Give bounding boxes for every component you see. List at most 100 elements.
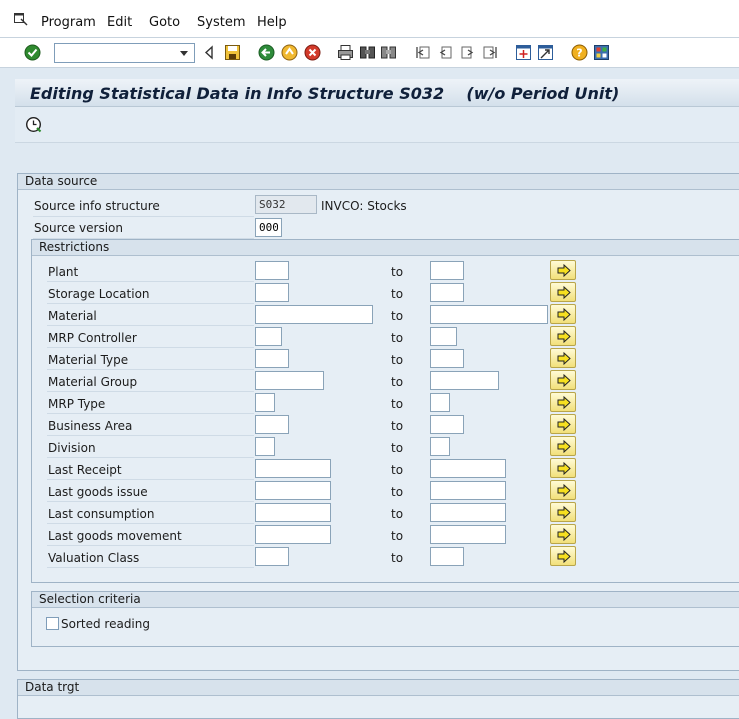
- arrow-right-icon: [557, 550, 571, 563]
- restriction-to-business-area[interactable]: [430, 415, 464, 434]
- previous-page-icon[interactable]: [437, 44, 454, 61]
- svg-text:?: ?: [576, 47, 582, 60]
- sorted-reading-checkbox[interactable]: [46, 617, 59, 630]
- to-label: to: [391, 507, 404, 521]
- multiple-selection-button-last-consumption[interactable]: [550, 502, 576, 522]
- restriction-to-material-type[interactable]: [430, 349, 464, 368]
- label-underline: [47, 303, 254, 304]
- multiple-selection-button-material[interactable]: [550, 304, 576, 324]
- new-session-icon[interactable]: [515, 44, 532, 61]
- restriction-to-material[interactable]: [430, 305, 548, 324]
- help-icon[interactable]: ?: [571, 44, 588, 61]
- restriction-to-plant[interactable]: [430, 261, 464, 280]
- chevron-down-icon[interactable]: [176, 45, 192, 61]
- cancel-icon[interactable]: [304, 44, 321, 61]
- system-menu-icon[interactable]: [14, 13, 28, 26]
- restriction-to-last-consumption[interactable]: [430, 503, 506, 522]
- restriction-to-last-goods-issue[interactable]: [430, 481, 506, 500]
- label-underline: [47, 457, 254, 458]
- find-next-icon[interactable]: [380, 44, 397, 61]
- restriction-from-material[interactable]: [255, 305, 373, 324]
- multiple-selection-button-storage-location[interactable]: [550, 282, 576, 302]
- last-page-icon[interactable]: [481, 44, 498, 61]
- arrow-right-icon: [557, 264, 571, 277]
- multiple-selection-button-last-goods-movement[interactable]: [550, 524, 576, 544]
- restriction-to-last-goods-movement[interactable]: [430, 525, 506, 544]
- customize-layout-icon[interactable]: [593, 44, 610, 61]
- multiple-selection-button-valuation-class[interactable]: [550, 546, 576, 566]
- multiple-selection-button-material-type[interactable]: [550, 348, 576, 368]
- command-input[interactable]: [55, 44, 175, 62]
- execute-clock-icon[interactable]: [25, 116, 42, 133]
- label-underline: [47, 523, 254, 524]
- restriction-to-storage-location[interactable]: [430, 283, 464, 302]
- back-triangle-icon[interactable]: [203, 44, 215, 61]
- exit-icon[interactable]: [281, 44, 298, 61]
- restriction-from-last-consumption[interactable]: [255, 503, 331, 522]
- restriction-from-storage-location[interactable]: [255, 283, 289, 302]
- find-icon[interactable]: [359, 44, 376, 61]
- menu-goto[interactable]: Goto: [149, 15, 180, 30]
- to-label: to: [391, 331, 404, 345]
- label-underline: [47, 281, 254, 282]
- multiple-selection-button-mrp-type[interactable]: [550, 392, 576, 412]
- label-underline: [47, 545, 254, 546]
- restriction-label-plant: Plant: [48, 265, 79, 279]
- multiple-selection-button-material-group[interactable]: [550, 370, 576, 390]
- restriction-from-material-group[interactable]: [255, 371, 324, 390]
- restriction-from-division[interactable]: [255, 437, 275, 456]
- menu-system[interactable]: System: [197, 15, 245, 30]
- restriction-from-last-goods-movement[interactable]: [255, 525, 331, 544]
- restriction-from-mrp-controller[interactable]: [255, 327, 282, 346]
- restriction-from-business-area[interactable]: [255, 415, 289, 434]
- restriction-label-material-type: Material Type: [48, 353, 129, 367]
- restriction-to-material-group[interactable]: [430, 371, 499, 390]
- to-label: to: [391, 309, 404, 323]
- multiple-selection-button-last-goods-issue[interactable]: [550, 480, 576, 500]
- data-target-title: Data trgt: [18, 680, 739, 696]
- restriction-to-division[interactable]: [430, 437, 450, 456]
- screen-title-bar: Editing Statistical Data in Info Structu…: [15, 79, 739, 107]
- menu-help[interactable]: Help: [257, 15, 287, 30]
- restriction-from-last-goods-issue[interactable]: [255, 481, 331, 500]
- restrictions-title: Restrictions: [32, 240, 739, 256]
- arrow-right-icon: [557, 484, 571, 497]
- multiple-selection-button-plant[interactable]: [550, 260, 576, 280]
- data-target-frame: Data trgt: [17, 679, 739, 719]
- restriction-from-plant[interactable]: [255, 261, 289, 280]
- multiple-selection-button-division[interactable]: [550, 436, 576, 456]
- arrow-right-icon: [557, 440, 571, 453]
- menu-program[interactable]: Program: [41, 15, 96, 30]
- restriction-to-last-receipt[interactable]: [430, 459, 506, 478]
- create-shortcut-icon[interactable]: [537, 44, 554, 61]
- multiple-selection-button-business-area[interactable]: [550, 414, 576, 434]
- arrow-right-icon: [557, 352, 571, 365]
- restriction-from-last-receipt[interactable]: [255, 459, 331, 478]
- restriction-from-mrp-type[interactable]: [255, 393, 275, 412]
- next-page-icon[interactable]: [459, 44, 476, 61]
- enter-checkmark-icon[interactable]: [24, 44, 41, 61]
- multiple-selection-button-last-receipt[interactable]: [550, 458, 576, 478]
- arrow-right-icon: [557, 308, 571, 321]
- source-info-structure-label: Source info structure: [34, 199, 160, 213]
- command-field[interactable]: [54, 43, 195, 63]
- restriction-to-mrp-controller[interactable]: [430, 327, 457, 346]
- multiple-selection-button-mrp-controller[interactable]: [550, 326, 576, 346]
- first-page-icon[interactable]: [415, 44, 432, 61]
- menu-edit[interactable]: Edit: [107, 15, 132, 30]
- restriction-label-last-receipt: Last Receipt: [48, 463, 122, 477]
- restriction-label-material-group: Material Group: [48, 375, 138, 389]
- source-version-label: Source version: [34, 221, 123, 235]
- source-version-field[interactable]: [255, 218, 282, 237]
- label-underline: [47, 567, 254, 568]
- restriction-from-material-type[interactable]: [255, 349, 289, 368]
- arrow-right-icon: [557, 374, 571, 387]
- save-icon[interactable]: [224, 44, 241, 61]
- restriction-to-mrp-type[interactable]: [430, 393, 450, 412]
- source-info-structure-field: [255, 195, 317, 214]
- print-icon[interactable]: [337, 44, 354, 61]
- restriction-from-valuation-class[interactable]: [255, 547, 289, 566]
- back-green-arrow-icon[interactable]: [258, 44, 275, 61]
- label-underline: [47, 501, 254, 502]
- restriction-to-valuation-class[interactable]: [430, 547, 464, 566]
